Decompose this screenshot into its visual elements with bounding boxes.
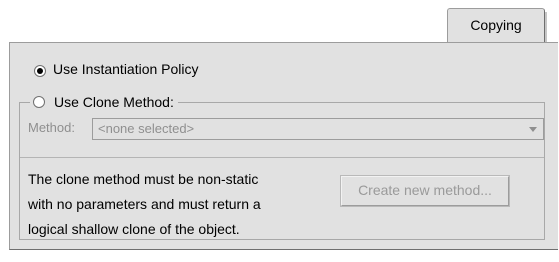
- create-new-method-button[interactable]: Create new method...: [340, 175, 510, 207]
- instantiation-policy-radio[interactable]: [34, 65, 46, 77]
- chevron-down-icon[interactable]: [529, 127, 537, 132]
- clone-method-label[interactable]: Use Clone Method:: [54, 94, 174, 110]
- method-select-value: <none selected>: [98, 121, 195, 136]
- instantiation-policy-text: Use Instantiation Policy: [53, 61, 199, 77]
- description-line-1: The clone method must be non-static: [28, 171, 259, 187]
- tab-shadow: [545, 12, 547, 42]
- method-label-text: Method:: [28, 120, 75, 135]
- tab-copying[interactable]: Copying: [447, 8, 545, 42]
- instantiation-policy-label[interactable]: Use Instantiation Policy: [53, 61, 199, 77]
- description-line-2: with no parameters and must return a: [28, 196, 261, 212]
- radio-selected-dot: [37, 68, 43, 74]
- create-new-method-label: Create new method...: [358, 182, 492, 198]
- method-label: Method:: [28, 120, 75, 135]
- method-select[interactable]: <none selected>: [92, 118, 544, 140]
- clone-method-legend: Use Clone Method:: [30, 92, 178, 112]
- clone-method-description: The clone method must be non-static with…: [28, 167, 328, 242]
- clone-method-radio[interactable]: [33, 96, 45, 108]
- description-line-3: logical shallow clone of the object.: [28, 221, 240, 237]
- tab-copying-label: Copying: [470, 17, 522, 33]
- divider: [20, 157, 544, 158]
